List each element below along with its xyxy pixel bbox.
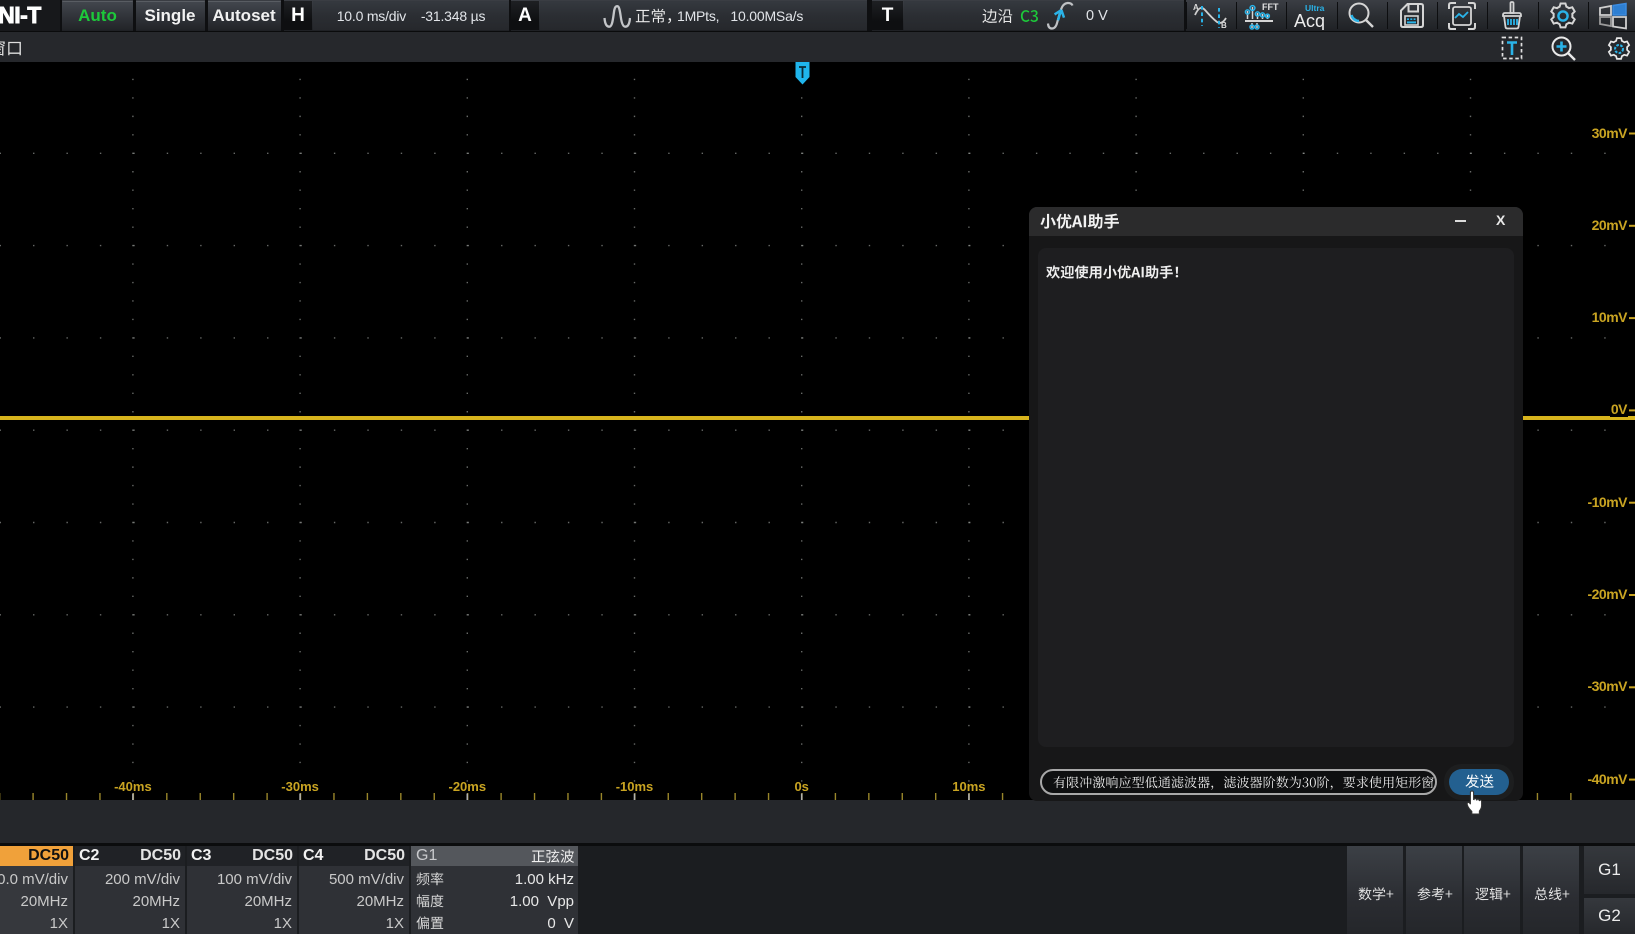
- svg-text:FFT: FFT: [1262, 2, 1279, 12]
- svg-text:Acq: Acq: [1294, 11, 1325, 30]
